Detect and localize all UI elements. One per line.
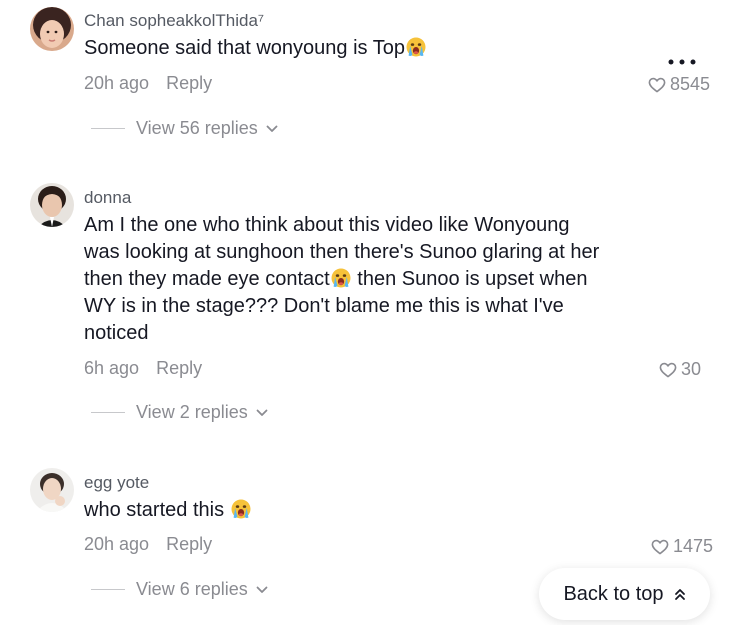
loudly-crying-face-icon bbox=[231, 499, 251, 519]
reply-button[interactable]: Reply bbox=[166, 534, 212, 554]
back-to-top-label: Back to top bbox=[563, 582, 664, 605]
comment-time: 20h ago bbox=[84, 534, 150, 554]
comment-text-segment: who started this bbox=[84, 499, 225, 521]
view-replies-button[interactable]: View 6 replies bbox=[91, 579, 268, 600]
like-button[interactable]: 1475 bbox=[651, 536, 713, 557]
comment-username[interactable]: egg yote bbox=[84, 473, 149, 493]
double-chevron-up-icon bbox=[674, 589, 685, 600]
heart-outline-icon bbox=[651, 539, 669, 555]
comment-item: egg yote who started this 20h ago Reply … bbox=[0, 0, 729, 610]
comment-meta: 20h ago Reply bbox=[84, 534, 212, 555]
chevron-down-icon bbox=[256, 586, 268, 594]
avatar[interactable] bbox=[30, 468, 74, 512]
comment-text: who started this bbox=[84, 497, 644, 524]
back-to-top-button[interactable]: Back to top bbox=[539, 568, 710, 620]
like-count: 1475 bbox=[673, 536, 714, 556]
view-replies-label: View 6 replies bbox=[136, 579, 248, 599]
divider-line bbox=[91, 589, 125, 590]
